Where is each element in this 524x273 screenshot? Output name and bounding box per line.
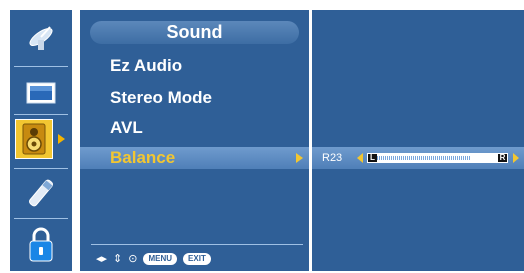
up-down-arrows-icon: ⇕ (113, 253, 123, 265)
decrease-arrow-icon[interactable] (357, 153, 363, 163)
balance-slider[interactable]: L R (367, 153, 508, 163)
exit-key-badge: EXIT (183, 253, 211, 265)
select-circle-icon: ⊙ (128, 253, 138, 265)
option-pen-icon (24, 176, 58, 215)
footer-key-guide: ◂▸ ⇕ ⊙ MENU EXIT (96, 252, 217, 266)
balance-control-row[interactable]: R23 L R (312, 147, 524, 169)
menu-item-label: Stereo Mode (110, 88, 213, 107)
menu-key-badge: MENU (143, 253, 178, 265)
sound-speaker-icon (19, 122, 49, 161)
submenu-arrow-icon (296, 153, 303, 163)
balance-level-fill (377, 156, 470, 160)
menu-title: Sound (90, 21, 299, 44)
menu-item-avl[interactable]: AVL (80, 117, 309, 139)
footer-divider (91, 244, 303, 245)
picture-category[interactable] (10, 14, 72, 64)
lock-category[interactable] (10, 221, 72, 271)
picture-satellite-icon (24, 20, 58, 59)
menu-item-ez-audio[interactable]: Ez Audio (80, 55, 309, 77)
icon-separator (14, 218, 68, 219)
category-icon-column (10, 10, 72, 271)
menu-item-label: Balance (110, 148, 176, 167)
menu-item-balance[interactable]: Balance (80, 147, 309, 169)
left-right-arrows-icon: ◂▸ (96, 253, 108, 265)
balance-value: R23 (322, 152, 343, 164)
screen-category[interactable] (10, 70, 72, 120)
menu-item-stereo-mode[interactable]: Stereo Mode (80, 87, 309, 109)
screen-icon (24, 76, 58, 115)
selected-category-arrow-icon (58, 134, 65, 144)
increase-arrow-icon[interactable] (513, 153, 519, 163)
value-panel: R23 L R (312, 10, 524, 271)
balance-left-label: L (368, 154, 377, 162)
balance-right-label: R (498, 153, 507, 162)
menu-item-label: Ez Audio (110, 56, 183, 75)
lock-icon (24, 225, 58, 268)
sound-menu-panel: Sound Ez Audio Stereo Mode AVL Balance ◂… (80, 10, 309, 271)
menu-item-label: AVL (110, 118, 143, 137)
osd-menu: Sound Ez Audio Stereo Mode AVL Balance ◂… (0, 0, 524, 273)
icon-separator (14, 66, 68, 67)
icon-separator (14, 168, 68, 169)
option-category[interactable] (10, 170, 72, 220)
sound-category[interactable] (10, 115, 72, 165)
